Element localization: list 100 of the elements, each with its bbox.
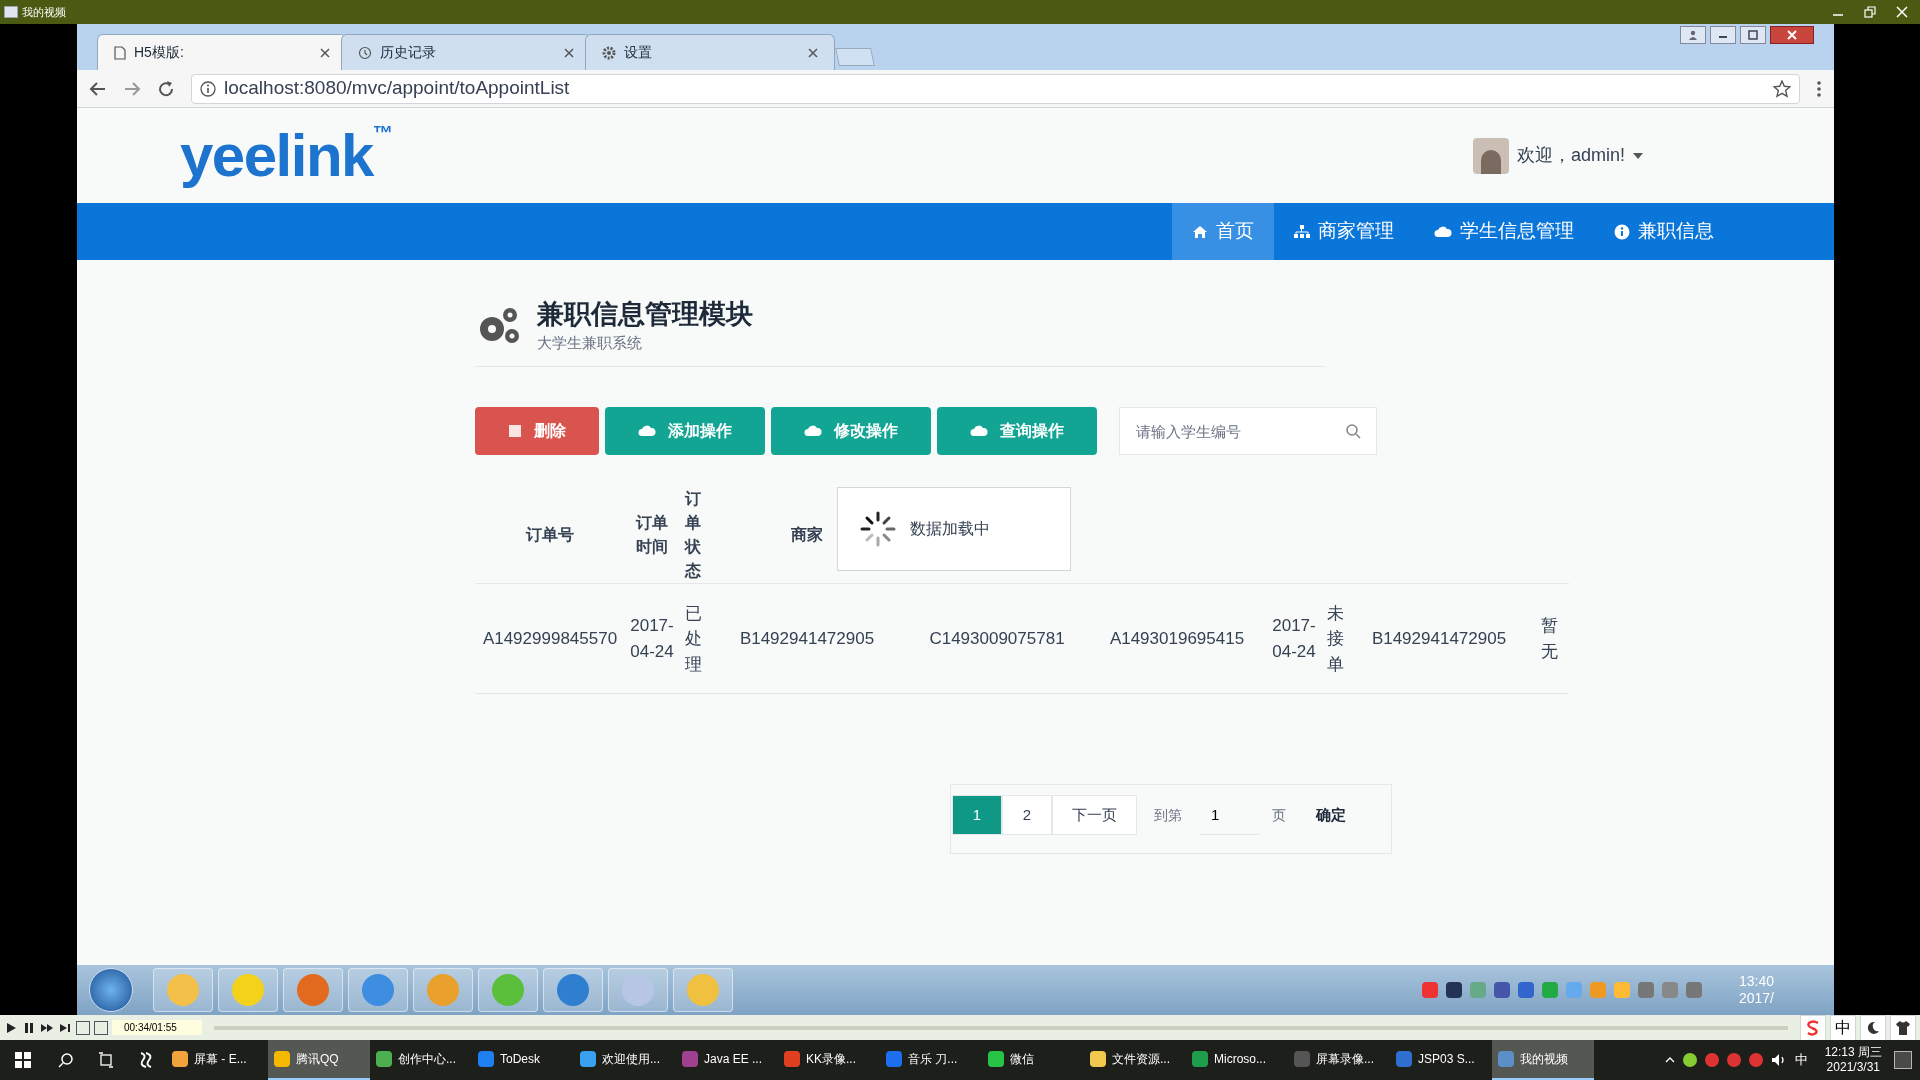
taskbar-item[interactable]: 我的视频 (1492, 1040, 1594, 1080)
taskbar-item[interactable]: KK录像... (778, 1040, 880, 1080)
caret-icon[interactable] (1633, 152, 1643, 159)
page-input[interactable]: 1 (1199, 795, 1259, 836)
tray-app-icon[interactable] (1748, 1053, 1763, 1067)
module-title: 兼职信息管理模块 (537, 298, 753, 331)
nav-item[interactable]: 商家管理 (1274, 203, 1414, 260)
browser-tab[interactable]: 设置 (585, 34, 835, 70)
app-icon (1396, 1051, 1412, 1067)
taskbar-item[interactable]: Java EE ... (676, 1040, 778, 1080)
action-button[interactable]: 删除 (475, 407, 599, 456)
app-icon (1498, 1051, 1514, 1067)
taskbar-item[interactable]: 创作中心... (370, 1040, 472, 1080)
table-cell: B1492941472905 (739, 629, 875, 648)
maximize-button[interactable] (1740, 26, 1766, 44)
forward-icon[interactable] (123, 79, 141, 98)
close-icon[interactable] (320, 47, 330, 58)
app-icon (1192, 1051, 1208, 1067)
loading-text: 数据加载中 (910, 519, 990, 540)
user-menu[interactable]: 欢迎，admin! (1516, 142, 1625, 169)
search-field[interactable]: 请输入学生编号 (1119, 407, 1377, 456)
playback-time: 00:34/01:55 (112, 1020, 202, 1035)
progress-track[interactable] (214, 1025, 1788, 1030)
nav-item[interactable]: 学生信息管理 (1414, 203, 1594, 260)
start-orb-icon[interactable] (89, 968, 133, 1012)
close-icon (1787, 30, 1797, 40)
app-icon (886, 1051, 902, 1067)
app-icon (274, 1051, 290, 1067)
taskbar-item[interactable]: Microso... (1186, 1040, 1288, 1080)
taskbar-item[interactable]: 文件资源... (1084, 1040, 1186, 1080)
volume-icon[interactable] (1770, 1053, 1787, 1067)
logo-text[interactable]: yeelink (180, 125, 373, 186)
avatar-icon (1472, 137, 1509, 174)
windows-start-icon[interactable] (15, 1052, 31, 1068)
restore-icon[interactable] (1864, 6, 1876, 18)
clock-date: 2021/3/31 (1826, 1060, 1880, 1075)
clock-date: 2017/ (1738, 990, 1774, 1008)
back-icon[interactable] (89, 79, 107, 98)
confirm-button[interactable]: 确定 (1299, 795, 1363, 836)
maximize-icon (1748, 30, 1758, 40)
bookmark-star-icon[interactable] (1773, 79, 1791, 98)
tray-app-icon[interactable] (1704, 1053, 1719, 1067)
app-icon (172, 1051, 188, 1067)
taskbar-item[interactable]: ToDesk (472, 1040, 574, 1080)
taskbar-item[interactable]: 欢迎使用... (574, 1040, 676, 1080)
chevron-up-icon[interactable] (1664, 1057, 1675, 1063)
table-cell: 已处理 (684, 603, 702, 674)
play-icon[interactable] (4, 1020, 18, 1035)
gear-icon (602, 45, 616, 60)
table-cell: 未接单 (1326, 603, 1344, 674)
tray-app-icon[interactable] (1682, 1053, 1697, 1067)
address-bar[interactable]: localhost:8080/mvc/appoint/toAppointList (191, 73, 1800, 104)
minimize-button[interactable] (1710, 26, 1736, 44)
night-mode-button[interactable] (1860, 1014, 1886, 1041)
taskbar-button[interactable] (283, 968, 343, 1012)
pause-icon[interactable] (22, 1020, 36, 1035)
skin-button[interactable] (1890, 1014, 1916, 1041)
clock-time: 12:13 周三 (1824, 1045, 1882, 1060)
history-icon (358, 45, 372, 60)
sogou-button[interactable] (1800, 1014, 1826, 1041)
table-cell: C1493009075781 (929, 629, 1065, 648)
next-page-button[interactable]: 下一页 (1052, 795, 1137, 836)
taskbar-item[interactable]: 微信 (982, 1040, 1084, 1080)
taskbar-button[interactable] (543, 968, 603, 1012)
fullscreen-icon[interactable] (76, 1020, 90, 1035)
close-icon[interactable] (564, 47, 574, 58)
search-icon[interactable] (58, 1052, 74, 1068)
menu-icon[interactable] (1816, 79, 1822, 98)
url-text: localhost:8080/mvc/appoint/toAppointList (224, 76, 570, 101)
table-cell: 2017-04-24 (630, 616, 674, 661)
app-icon (376, 1051, 392, 1067)
task-view-icon[interactable] (98, 1052, 114, 1068)
taskbar-item[interactable]: 屏幕录像... (1288, 1040, 1390, 1080)
info-icon (200, 80, 216, 97)
cloud-icon (1434, 225, 1452, 238)
taskbar-item[interactable]: 屏幕 - E... (166, 1040, 268, 1080)
table-cell: 2017-04-24 (1272, 616, 1316, 661)
taskbar-item[interactable]: 腾讯QQ (268, 1040, 370, 1080)
page-button[interactable]: 1 (952, 795, 1002, 836)
page-icon (114, 45, 126, 60)
nav-item[interactable]: 兼职信息 (1594, 203, 1734, 260)
taskbar-item[interactable]: 音乐 刀... (880, 1040, 982, 1080)
user-button[interactable] (1680, 26, 1706, 44)
ime-button[interactable]: 中 (1830, 1014, 1856, 1041)
ime-indicator[interactable]: 中 (1790, 1050, 1813, 1070)
page-button[interactable]: 2 (1002, 795, 1052, 836)
app-icon (580, 1051, 596, 1067)
cloud-icon (804, 425, 822, 438)
taskbar-button[interactable] (348, 968, 408, 1012)
tray-app-icon[interactable] (1445, 982, 1462, 998)
app-icon (478, 1051, 494, 1067)
window-title: 我的视频 (22, 4, 66, 20)
close-icon[interactable] (808, 47, 818, 58)
app-icon (988, 1051, 1004, 1067)
close-button[interactable] (1770, 26, 1814, 44)
taskbar-item[interactable]: JSP03 S... (1390, 1040, 1492, 1080)
notification-icon[interactable] (1894, 1051, 1912, 1069)
window-icon[interactable] (94, 1020, 108, 1035)
tray-app-icon[interactable] (1726, 1053, 1741, 1067)
reload-icon[interactable] (157, 79, 175, 98)
